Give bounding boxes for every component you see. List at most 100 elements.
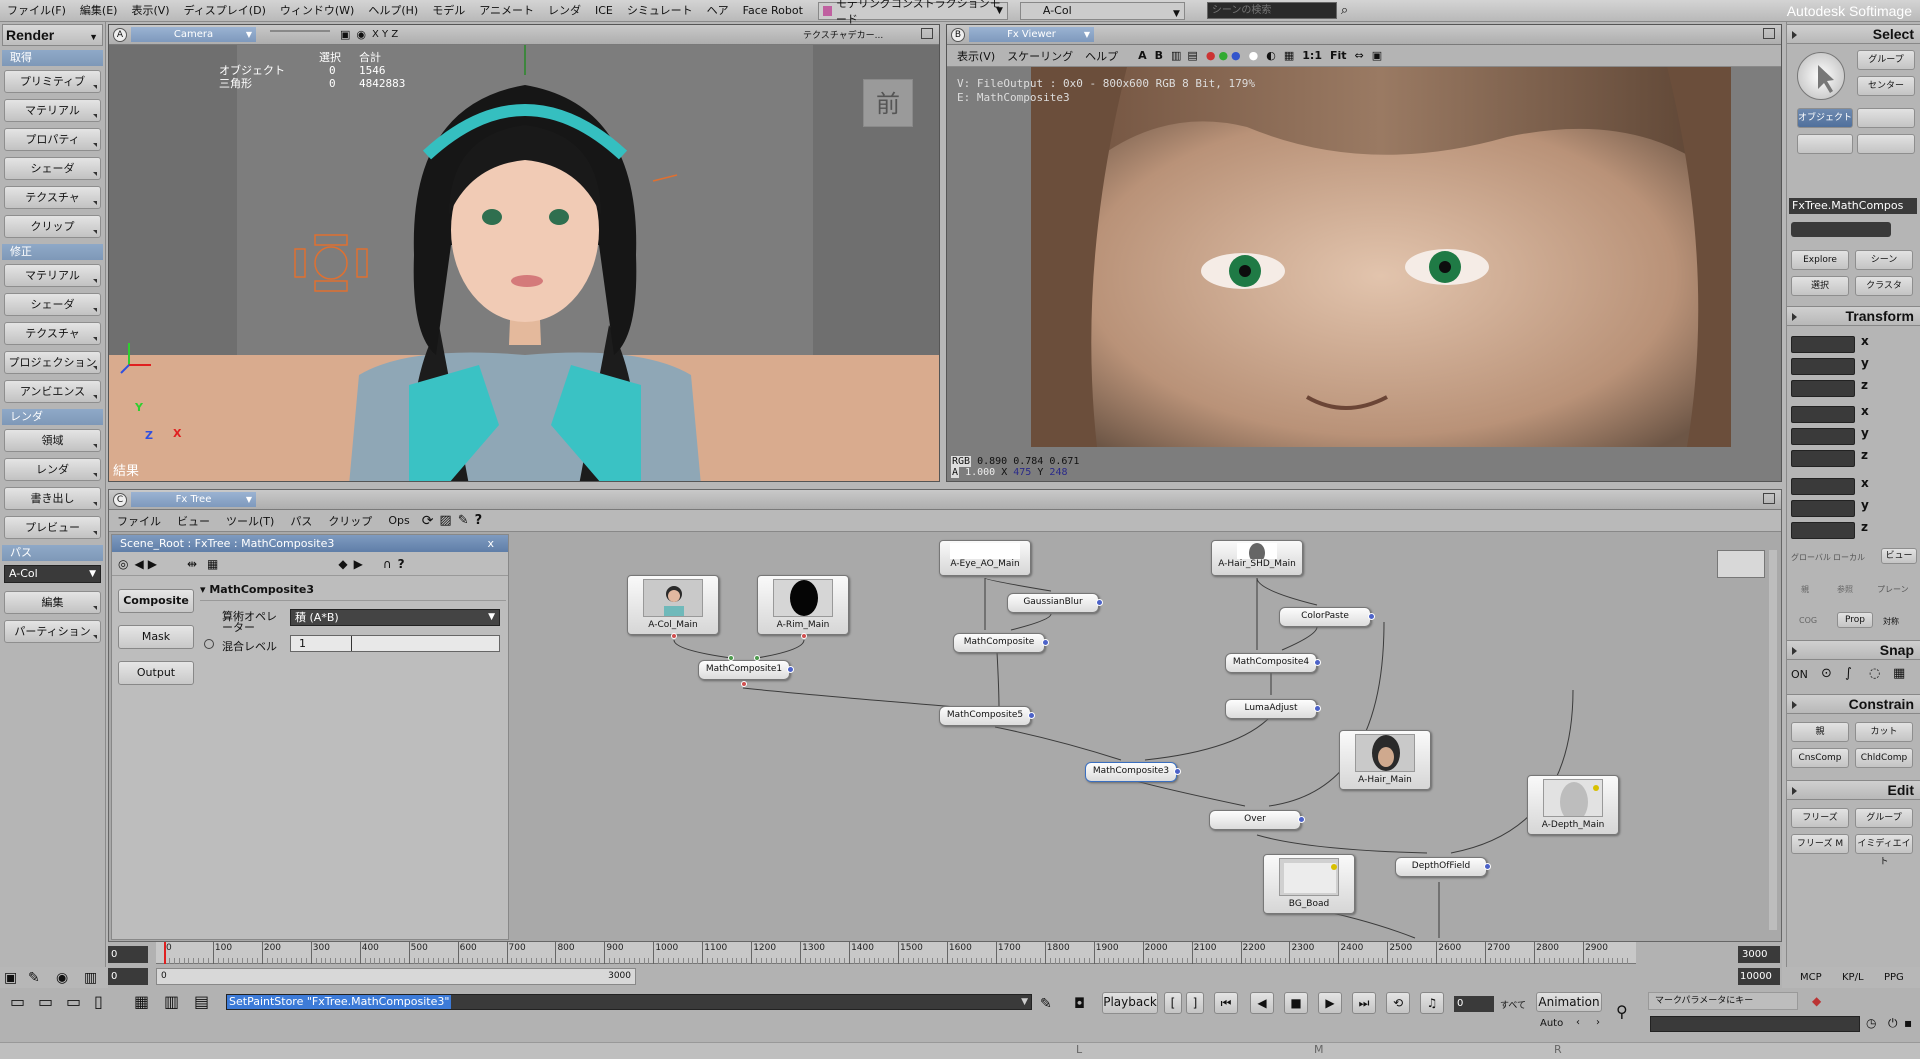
timeline[interactable]: 0 0 100 200 300 400 500 600 700 800 900 1000 1100 12…	[108, 942, 1782, 988]
animation-button[interactable]: Animation	[1536, 992, 1602, 1012]
object-button[interactable]: オブジェクト	[1797, 108, 1853, 128]
timeline-end-field[interactable]: 3000	[1738, 946, 1780, 963]
loop-icon[interactable]: ⟲	[1386, 992, 1410, 1014]
symmetry-label[interactable]: 対称	[1883, 616, 1899, 627]
viewport-letter[interactable]: A	[113, 27, 127, 42]
prev-keyframe-icon[interactable]: ‹	[1576, 1017, 1580, 1028]
axis-toggles[interactable]: X Y Z	[372, 29, 398, 40]
selection-filter[interactable]	[1791, 222, 1891, 237]
goto-end-icon[interactable]: ⏭	[1352, 992, 1376, 1014]
menu-model[interactable]: モデル	[425, 0, 472, 22]
mask-port[interactable]	[1028, 712, 1035, 719]
rotate-z-field[interactable]	[1791, 450, 1855, 467]
command-line[interactable]: SetPaintStore "FxTree.MathComposite3" ▼	[226, 994, 1032, 1010]
keyframe-slider[interactable]	[1650, 1016, 1860, 1032]
palette-button[interactable]: アンビエンス	[4, 380, 101, 403]
power-icon[interactable]: ⏻	[1888, 1016, 1898, 1031]
snap-surface-icon[interactable]: ◌	[1869, 666, 1880, 681]
next-keyframe-icon[interactable]: ›	[1596, 1017, 1600, 1028]
menu-ice[interactable]: ICE	[588, 0, 620, 22]
global-label[interactable]: グローバル	[1791, 552, 1831, 563]
menu-view[interactable]: 表示(V)	[124, 0, 176, 22]
wipe-icon[interactable]: ▤	[1187, 49, 1197, 62]
layout-custom-icon[interactable]: ▤	[194, 992, 209, 1011]
palette-button[interactable]: テクスチャ	[4, 322, 101, 345]
immediate-button[interactable]: イミディエイト	[1855, 834, 1913, 867]
cnscomp-button[interactable]: CnsComp	[1791, 748, 1849, 768]
search-icon[interactable]: ⌕	[1341, 3, 1348, 18]
output-port[interactable]	[801, 633, 807, 639]
viewport-letter[interactable]: B	[951, 27, 965, 42]
translate-y-field[interactable]	[1791, 500, 1855, 517]
palette-button[interactable]: プリミティブ	[4, 70, 101, 93]
current-frame-field[interactable]: 0	[1454, 996, 1494, 1012]
freeze-m-button[interactable]: フリーズ M	[1791, 834, 1849, 854]
camera-icon[interactable]: ▣	[340, 28, 350, 41]
auto-key-label[interactable]: Auto	[1540, 1018, 1563, 1029]
chldcomp-button[interactable]: ChldComp	[1855, 748, 1913, 768]
render-icon[interactable]: ◉	[56, 970, 68, 986]
light-gizmo[interactable]	[294, 234, 368, 292]
node-a-hair-main[interactable]: A-Hair_Main	[1339, 730, 1431, 790]
panel-icon[interactable]: ▥	[84, 970, 97, 986]
range-slider[interactable]: 0 3000	[156, 968, 636, 985]
view-options[interactable]	[270, 29, 330, 40]
parent-label[interactable]: 親	[1801, 584, 1809, 595]
translate-x-field[interactable]	[1791, 478, 1855, 495]
zoom-1to1-button[interactable]: 1:1	[1302, 49, 1322, 62]
menu-face-robot[interactable]: Face Robot	[736, 0, 810, 22]
menu-file[interactable]: ファイル(F)	[0, 0, 73, 22]
cog-label[interactable]: COG	[1799, 616, 1817, 625]
scale-z-field[interactable]	[1791, 380, 1855, 397]
select-arrow-button[interactable]	[1797, 52, 1845, 100]
palette-button[interactable]: マテリアル	[4, 99, 101, 122]
mask-port[interactable]	[1314, 705, 1321, 712]
scale-y-field[interactable]	[1791, 358, 1855, 375]
input-port[interactable]	[754, 655, 760, 661]
snap-header[interactable]: Snap	[1787, 640, 1920, 660]
palette-button[interactable]: シェーダ	[4, 293, 101, 316]
edit-header[interactable]: Edit	[1787, 780, 1920, 800]
construction-mode-select[interactable]: モデリングコンストラクションモード ▼	[817, 0, 1008, 26]
section-header[interactable]: レンダ	[2, 409, 103, 425]
next-key-icon[interactable]: ]	[1186, 992, 1204, 1014]
audio-icon[interactable]: ♫	[1420, 992, 1444, 1014]
cluster-button[interactable]: クラスタ	[1855, 276, 1913, 296]
menu-animate[interactable]: アニメート	[472, 0, 541, 22]
snap-curve-icon[interactable]: ∫	[1845, 666, 1852, 681]
range-start-field[interactable]: 0	[108, 968, 148, 985]
mcp-tab[interactable]: MCP	[1800, 972, 1822, 983]
viewer-menu-view[interactable]: 表示(V)	[947, 48, 1001, 64]
rotate-x-field[interactable]	[1791, 406, 1855, 423]
palette-button[interactable]: 領域	[4, 429, 101, 452]
mip-icon[interactable]: ▦	[1284, 49, 1294, 62]
maximize-icon[interactable]	[1763, 28, 1775, 39]
split-icon[interactable]: ▥	[1171, 49, 1181, 62]
record-key-icon[interactable]: ◆	[1812, 994, 1821, 1008]
menu-help[interactable]: ヘルプ(H)	[361, 0, 425, 22]
local-label[interactable]: ローカル	[1833, 552, 1865, 563]
menu-render[interactable]: レンダ	[541, 0, 588, 22]
constrain-header[interactable]: Constrain	[1787, 694, 1920, 714]
menu-simulate[interactable]: シミュレート	[620, 0, 700, 22]
input-a-button[interactable]: A	[1138, 49, 1147, 62]
menu-hair[interactable]: ヘア	[700, 0, 736, 22]
palette-button[interactable]: プロジェクション	[4, 351, 101, 374]
maximize-icon[interactable]	[921, 28, 933, 39]
view-button[interactable]: ビュー	[1881, 548, 1917, 564]
snap-on-toggle[interactable]: ON	[1791, 668, 1808, 681]
translate-z-field[interactable]	[1791, 522, 1855, 539]
tools-icon[interactable]: ✎	[28, 970, 40, 986]
node-mathcomposite[interactable]: MathComposite	[953, 633, 1045, 653]
palette-button[interactable]: シェーダ	[4, 157, 101, 180]
mark-parameter-key-field[interactable]: マークパラメータにキー	[1648, 992, 1798, 1010]
node-mathcomposite1[interactable]: MathComposite1	[698, 660, 790, 680]
eye-icon[interactable]: ◉	[356, 28, 366, 41]
lock-icon[interactable]: ▪	[1904, 1016, 1912, 1030]
mask-port[interactable]	[1174, 768, 1181, 775]
layout-icon[interactable]: ▣	[4, 970, 17, 986]
node-a-col-main[interactable]: A-Col_Main	[627, 575, 719, 635]
output-port[interactable]	[741, 681, 747, 687]
blue-channel-icon[interactable]: ●	[1231, 49, 1241, 62]
snap-points-icon[interactable]: ⊙	[1821, 666, 1832, 681]
